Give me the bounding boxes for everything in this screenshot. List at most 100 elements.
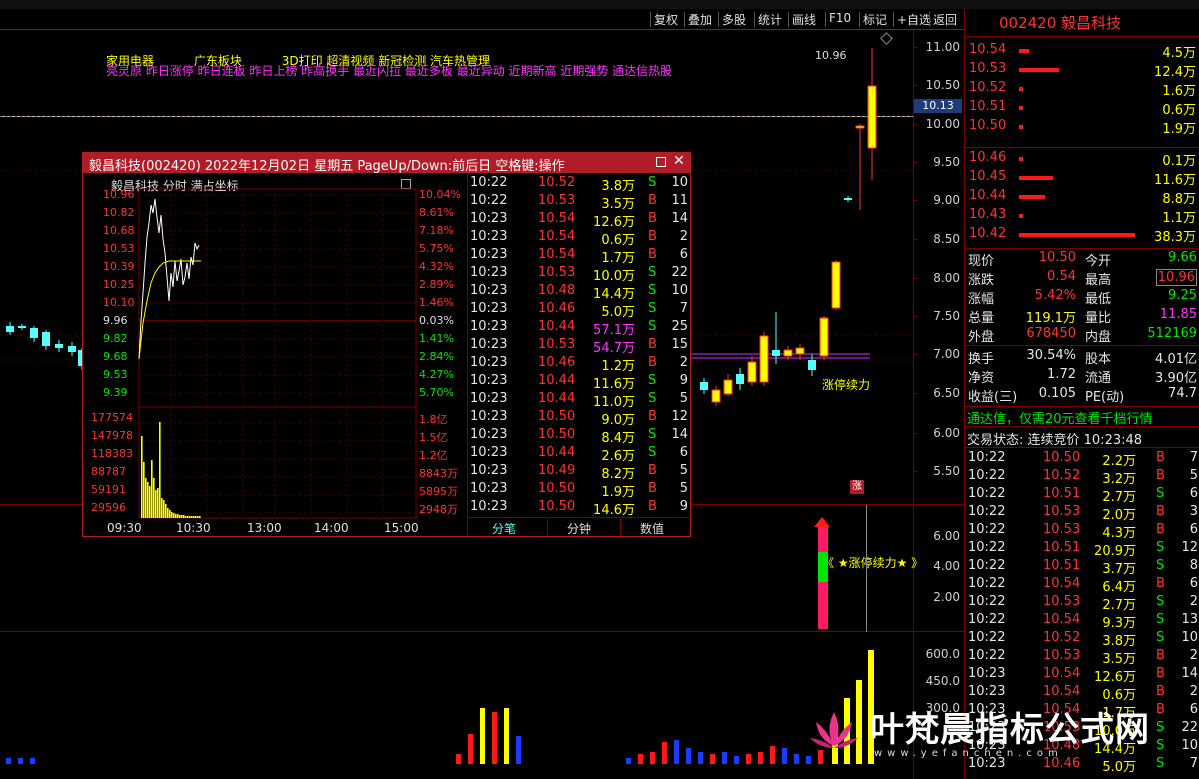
tick-time: 10:22 [968,630,1006,645]
ask-row[interactable]: 10.54 4.5万 [965,42,1199,61]
volume-bar [492,712,497,764]
toolbar-button[interactable]: +自选 [897,11,931,28]
ask-row[interactable]: 10.51 0.6万 [965,99,1199,118]
quote-value: 9.66 [1168,250,1197,265]
candle-body [6,326,14,332]
popup-tab[interactable]: 数值 [640,520,664,537]
tick-price: 10.44 [538,373,576,388]
volume-bar [456,754,461,764]
quote-row: 外盘 678450 内盘 512169 [965,326,1199,345]
bid-row[interactable]: 10.43 1.1万 [965,207,1199,226]
intraday-vol-bar [187,516,189,518]
price-axis-label: 5.50 [933,464,960,478]
tick-side: S [648,427,657,442]
quote-value: 4.01亿 [1155,352,1197,367]
quote-value: 0.54 [1047,269,1076,284]
quote-value: 30.54% [1026,348,1076,363]
bid-row[interactable]: 10.45 11.6万 [965,169,1199,188]
popup-tick-row: 10:23 10.53 54.7万 B 15 [468,337,690,356]
candle-body [736,374,744,384]
tick-side: S [648,283,657,298]
toolbar-button[interactable]: 统计 [758,11,782,28]
stock-code-name: 002420 毅昌科技 [999,14,1122,32]
intraday-vol-bar [185,516,187,518]
bid-row[interactable]: 10.44 8.8万 [965,188,1199,207]
axis-tick [913,471,917,472]
intraday-vol-label: 118383 [91,447,133,460]
maximize-icon[interactable] [656,157,666,167]
tick-count: 7 [679,301,688,316]
toolbar-button[interactable]: 多股 [722,11,746,28]
tick-time: 10:23 [470,211,508,226]
quote-label: 现价 [968,254,995,269]
axis-tick [913,200,917,201]
popup-tab[interactable]: 分笔 [492,520,516,537]
tick-time: 10:23 [470,481,508,496]
tick-volume: 5.0万 [601,305,635,320]
ad-banner[interactable]: 通达信，仅需20元查看千档行情 [967,408,1153,427]
quote-label: PE(动) [1085,390,1125,405]
tick-side: S [1156,486,1165,501]
bid-volume: 11.6万 [1154,173,1196,188]
toolbar-button[interactable]: 返回 [933,11,957,28]
candle-body [42,332,50,346]
toolbar-button[interactable]: 标记 [863,11,887,28]
intraday-price-label: 10.96 [103,188,135,201]
ask-row[interactable]: 10.52 1.6万 [965,80,1199,99]
popup-tick-row: 10:23 10.50 14.6万 B 9 [468,499,690,518]
tick-volume: 3.5万 [1102,652,1136,667]
quote-value: 512169 [1147,326,1197,341]
ask-row[interactable]: 10.53 12.4万 [965,61,1199,80]
popup-tick-row: 10:22 10.53 3.5万 B 11 [468,193,690,212]
intraday-price-label: 10.10 [103,296,135,309]
tick-volume: 4.3万 [1102,526,1136,541]
volume-bar [734,756,739,764]
ask-price: 10.52 [969,80,1007,95]
axis-tick [913,162,917,163]
intraday-vol-bar [189,516,191,518]
volume-axis-label: 450.0 [925,674,960,688]
toolbar-separator [929,12,930,27]
indicator-label: 《 ★涨停续力★ 》 [822,556,924,570]
candle-body [808,360,816,370]
tick-price: 10.52 [1043,468,1081,483]
volume-axis-label: 600.0 [925,647,960,661]
price-axis-label: 10.50 [925,78,960,92]
bid-row[interactable]: 10.42 38.3万 [965,226,1199,245]
intraday-price-label: 10.53 [103,242,135,255]
bid-row[interactable]: 10.46 0.1万 [965,150,1199,169]
volume-bar [516,736,521,764]
tab-divider [547,519,548,536]
tick-price: 10.53 [1043,504,1081,519]
tick-side: B [1156,450,1165,465]
tick-price: 10.54 [1043,576,1081,591]
ask-row[interactable]: 10.50 1.9万 [965,118,1199,137]
tick-time: 10:23 [470,301,508,316]
tick-time: 10:22 [968,648,1006,663]
intraday-popup[interactable]: 毅昌科技(002420) 2022年12月02日 星期五 PageUp/Down… [82,152,691,537]
toolbar-button[interactable]: 复权 [654,11,678,28]
toolbar-button[interactable]: F10 [829,11,851,25]
intraday-vol-bar [179,515,181,518]
tick-side: B [648,463,657,478]
tick-side: B [648,211,657,226]
tick-count: 8 [1189,558,1198,573]
popup-tick-row: 10:23 10.46 5.0万 S 7 [468,301,690,320]
intraday-avg-line [138,260,201,360]
quote-label: 外盘 [968,330,995,345]
toolbar-button[interactable]: 画线 [792,11,816,28]
tick-side: B [1156,648,1165,663]
quote-value: 0.105 [1038,386,1076,401]
bid-depth-bar [1019,214,1023,218]
intraday-price-label: 10.25 [103,278,135,291]
volume-bar [626,758,631,764]
quote-label: 内盘 [1085,330,1112,345]
quote-label: 收益(三) [968,390,1018,405]
popup-tab[interactable]: 分钟 [567,520,591,537]
tick-price: 10.46 [538,301,576,316]
tick-side: B [648,193,657,208]
price-axis-label: 7.50 [933,309,960,323]
close-icon[interactable]: ✕ [673,153,685,169]
toolbar-button[interactable]: 叠加 [688,11,712,28]
tick-price: 10.51 [1043,540,1081,555]
